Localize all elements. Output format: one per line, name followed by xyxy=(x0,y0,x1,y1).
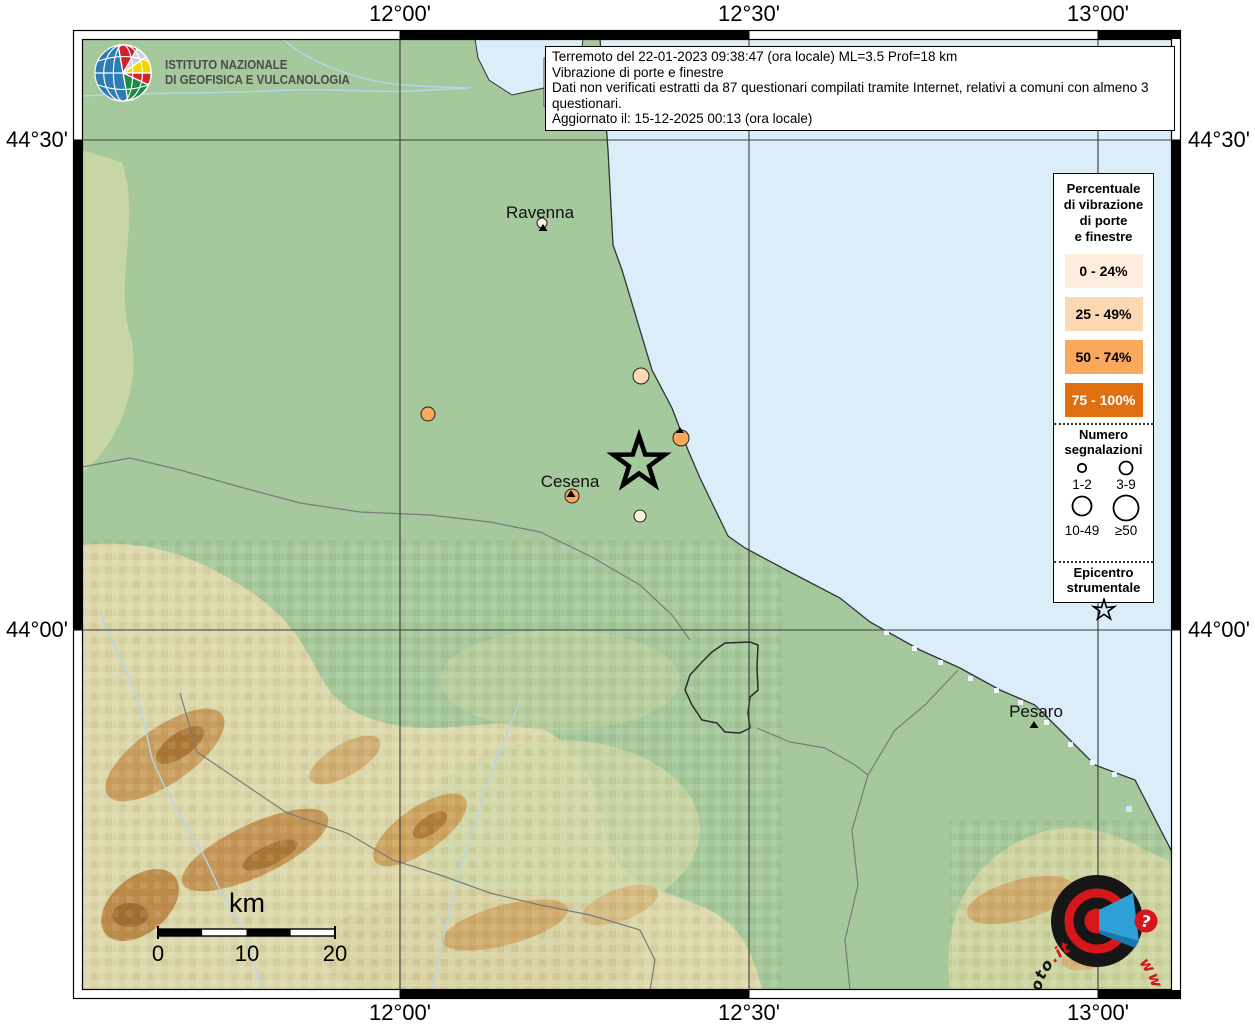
axis-label-bottom-12-00: 12°00' xyxy=(369,1000,431,1024)
map-screenshot: ? www.haisentitoilterremoto.it 12°00' 12… xyxy=(0,0,1255,1024)
event-updated: Aggiornato il: 15-12-2025 00:13 (ora loc… xyxy=(552,111,813,127)
axis-label-right-44-00: 44°00' xyxy=(1188,617,1250,642)
legend-size-label: 3-9 xyxy=(1116,477,1136,492)
axis-label-top-13-00: 13°00' xyxy=(1067,1,1129,26)
legend-title-line: di porte xyxy=(1079,213,1128,228)
axis-label-bottom-13-00: 13°00' xyxy=(1067,1000,1129,1024)
report-dot xyxy=(633,509,647,523)
axis-label-left-44-30: 44°30' xyxy=(6,127,68,152)
legend-epi-title: Epicentro xyxy=(1073,565,1134,580)
event-data-note: Dati non verificati estratti da 87 quest… xyxy=(552,80,1149,111)
legend-panel: Percentuale di vibrazione di porte e fin… xyxy=(1053,173,1154,621)
ingv-globe-icon xyxy=(94,44,152,102)
axis-label-left-44-00: 44°00' xyxy=(6,617,68,642)
city-label-pesaro: Pesaro xyxy=(1009,702,1063,721)
ingv-name-line1: ISTITUTO NAZIONALE xyxy=(165,57,288,72)
legend-swatch-0-24: 0 - 24% xyxy=(1064,254,1143,288)
ingv-name-line2: DI GEOFISICA E VULCANOLOGIA xyxy=(165,73,350,87)
scalebar-unit-label: km xyxy=(229,888,265,918)
legend-swatch-25-49: 25 - 49% xyxy=(1064,297,1143,331)
report-dot xyxy=(420,406,436,422)
event-summary: Terremoto del 22-01-2023 09:38:47 (ora l… xyxy=(552,49,958,64)
legend-num-title: segnalazioni xyxy=(1064,442,1143,457)
event-effect: Vibrazione di porte e finestre xyxy=(552,64,724,80)
legend-epicenter-star-icon xyxy=(1090,596,1117,621)
axis-label-right-44-30: 44°30' xyxy=(1188,127,1250,152)
legend-num-title: Numero xyxy=(1078,427,1129,442)
legend-title-line: Percentuale xyxy=(1066,181,1141,196)
legend-size-label: 1-2 xyxy=(1072,477,1092,492)
event-info-box: Terremoto del 22-01-2023 09:38:47 (ora l… xyxy=(545,46,1175,131)
legend-swatch-75-100: 75 - 100% xyxy=(1064,383,1143,417)
report-dot xyxy=(632,367,650,385)
map-content: ? www.haisentitoilterremoto.it xyxy=(82,39,1172,990)
city-label-ravenna: Ravenna xyxy=(505,203,575,222)
legend-swatch-50-74: 50 - 74% xyxy=(1064,340,1143,374)
legend-size-label: 10-49 xyxy=(1064,523,1099,538)
legend-size-label: ≥50 xyxy=(1114,523,1136,538)
scalebar-tick-0: 0 xyxy=(151,941,165,966)
legend-size-circles: 1-2 3-9 10-49 ≥50 xyxy=(1064,460,1139,538)
scalebar-tick-20: 20 xyxy=(322,941,348,966)
city-label-cesena: Cesena xyxy=(540,472,600,491)
axis-label-top-12-30: 12°30' xyxy=(718,1,780,26)
axis-label-bottom-12-30: 12°30' xyxy=(718,1000,780,1024)
ingv-logo: ISTITUTO NAZIONALE DI GEOFISICA E VULCAN… xyxy=(94,42,366,104)
axis-label-top-12-00: 12°00' xyxy=(369,1,431,26)
scalebar-tick-10: 10 xyxy=(234,941,260,966)
legend-epi-title: strumentale xyxy=(1066,580,1141,595)
legend-title-line: di vibrazione xyxy=(1063,197,1144,212)
legend-title-line: e finestre xyxy=(1074,229,1133,244)
